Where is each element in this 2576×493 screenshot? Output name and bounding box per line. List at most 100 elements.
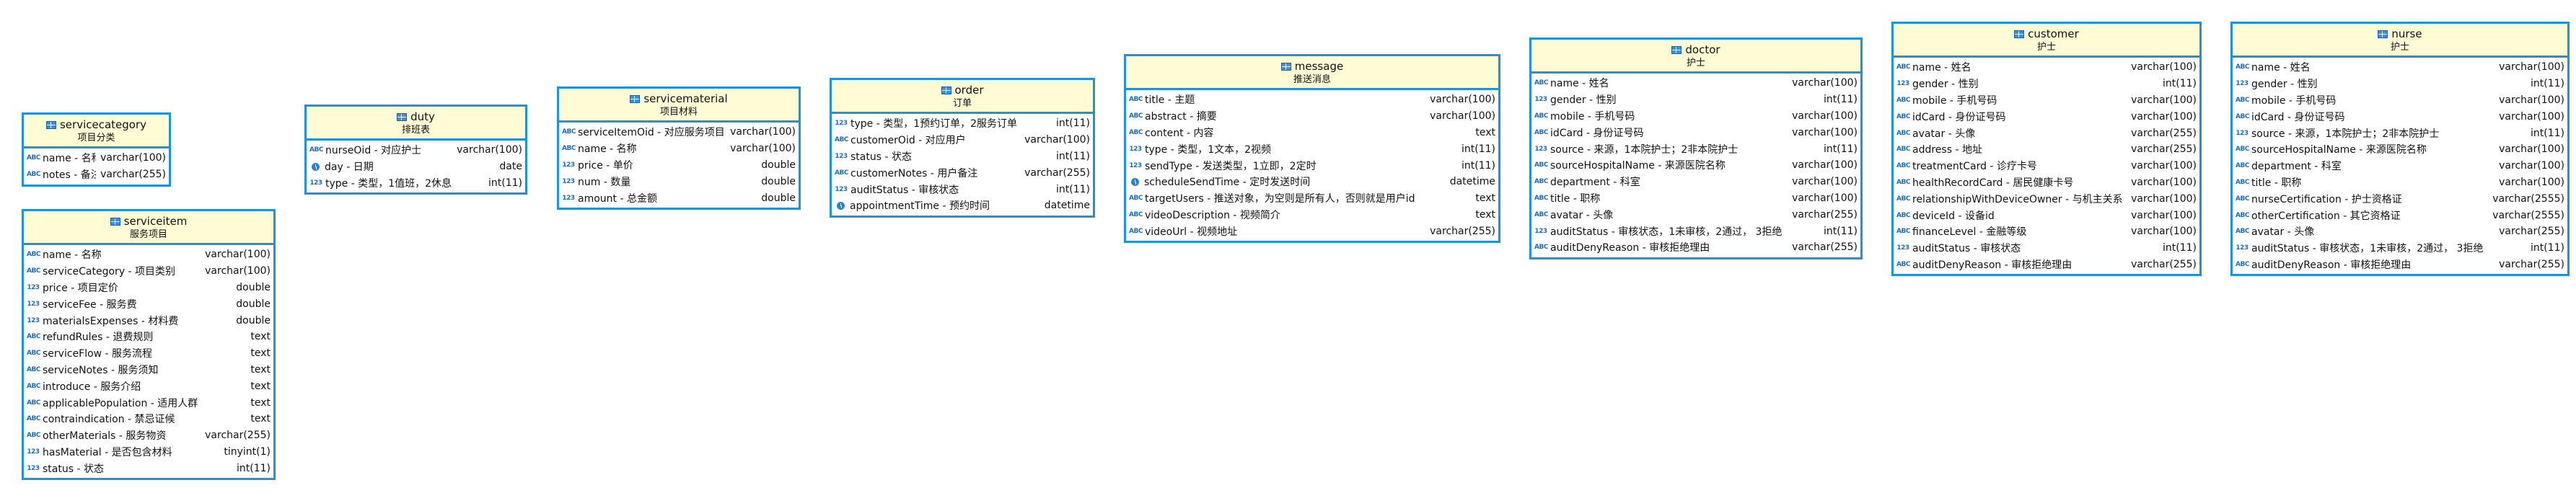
column-row[interactable]: ABC serviceCategory - 项目类别 varchar(100) [24, 263, 273, 280]
column-row[interactable]: ABC mobile - 手机号码 varchar(100) [1531, 108, 1860, 125]
column-row[interactable]: ABC otherMaterials - 服务物资 varchar(255) [24, 427, 273, 444]
column-row[interactable]: ABC otherCertification - 其它资格证 varchar(255… [2233, 207, 2567, 223]
text-column-icon: ABC [1896, 260, 1910, 268]
column-row[interactable]: ABC avatar - 头像 varchar(255) [2233, 223, 2567, 240]
column-row[interactable]: ABC auditDenyReason - 审核拒绝理由 varchar(255) [1531, 239, 1860, 256]
column-row[interactable]: ABC idCard - 身份证号码 varchar(100) [2233, 108, 2567, 125]
column-row[interactable]: 123 amount - 总金额 double [559, 190, 799, 206]
column-row[interactable]: ABC applicablePopulation - 适用人群 text [24, 394, 273, 411]
column-row[interactable]: 123 serviceFee - 服务费 double [24, 296, 273, 312]
entity-message[interactable]: message 推送消息 ABC title - 主题 varchar(100) ABC a… [1124, 54, 1500, 244]
column-row[interactable]: appointmentTime - 预约时间 datetime [832, 197, 1093, 214]
column-row[interactable]: ABC nurseCertification - 护士资格证 varchar(255… [2233, 190, 2567, 207]
column-row[interactable]: 123 num - 数量 double [559, 173, 799, 190]
column-row[interactable]: 123 type - 类型，1文本，2视频 int(11) [1126, 141, 1498, 157]
column-row[interactable]: 123 type - 类型，1值班，2休息 int(11) [307, 175, 525, 192]
column-row[interactable]: ABC title - 职称 varchar(100) [1531, 190, 1860, 207]
entity-customer[interactable]: customer 护士 ABC name - 姓名 varchar(100) 123 gen… [1891, 22, 2202, 277]
column-row[interactable]: 123 price - 单价 double [559, 157, 799, 174]
column-row[interactable]: 123 auditStatus - 审核状态，1未审核，2通过， 3拒绝 int(1… [1531, 223, 1860, 239]
column-row[interactable]: ABC deviceId - 设备id varchar(100) [1894, 207, 2199, 223]
column-row[interactable]: ABC mobile - 手机号码 varchar(100) [1894, 92, 2199, 109]
column-row[interactable]: ABC content - 内容 text [1126, 125, 1498, 141]
entity-header: message 推送消息 [1126, 56, 1498, 90]
column-row[interactable]: ABC customerNotes - 用户备注 varchar(255) [832, 164, 1093, 181]
column-row[interactable]: ABC name - 名称 varchar(100) [24, 246, 273, 263]
numeric-column-icon: 123 [27, 464, 40, 472]
column-row[interactable]: ABC name - 姓名 varchar(100) [1894, 59, 2199, 76]
column-row[interactable]: ABC mobile - 手机号码 varchar(100) [2233, 92, 2567, 109]
column-row[interactable]: ABC serviceItemOid - 对应服务项目 varchar(100) [559, 124, 799, 141]
column-row[interactable]: ABC contraindication - 禁忌证候 text [24, 411, 273, 427]
column-row[interactable]: ABC abstract - 摘要 varchar(100) [1126, 108, 1498, 125]
column-row[interactable]: ABC nurseOid - 对应护士 varchar(100) [307, 142, 525, 159]
column-type: varchar(255) [2499, 258, 2564, 270]
column-row[interactable]: ABC name - 名称 varchar(100) [24, 150, 169, 166]
column-row[interactable]: 123 auditStatus - 审核状态 int(11) [1894, 240, 2199, 257]
entity-nurse[interactable]: nurse 护士 ABC name - 姓名 varchar(100) 123 gender… [2230, 22, 2570, 277]
column-row[interactable]: ABC department - 科室 varchar(100) [1531, 174, 1860, 190]
column-row[interactable]: ABC name - 名称 varchar(100) [559, 141, 799, 157]
entity-servicecategory[interactable]: servicecategory 项目分类 ABC name - 名称 varchar(1… [22, 112, 171, 187]
column-row[interactable]: 123 auditStatus - 审核状态，1未审核，2通过， 3拒绝 int(1… [2233, 240, 2567, 257]
column-type: varchar(255) [2131, 143, 2197, 156]
entity-serviceitem[interactable]: serviceitem 服务项目 ABC name - 名称 varchar(100) A… [22, 209, 276, 481]
column-row[interactable]: ABC targetUsers - 推送对象，为空则是所有人，否则就是用户id te… [1126, 190, 1498, 207]
column-row[interactable]: ABC videoUrl - 视频地址 varchar(255) [1126, 223, 1498, 239]
column-row[interactable]: ABC name - 姓名 varchar(100) [2233, 59, 2567, 76]
column-row[interactable]: ABC title - 主题 varchar(100) [1126, 92, 1498, 108]
column-row[interactable]: ABC auditDenyReason - 审核拒绝理由 varchar(255) [2233, 257, 2567, 273]
column-row[interactable]: ABC serviceFlow - 服务流程 text [24, 345, 273, 362]
column-row[interactable]: 123 type - 类型，1预约订单，2服务订单 int(11) [832, 115, 1093, 132]
column-type: double [236, 314, 271, 327]
column-type: int(11) [1824, 143, 1858, 155]
column-row[interactable]: 123 source - 来源，1本院护士；2非本院护士 int(11) [2233, 125, 2567, 141]
column-type: int(11) [2163, 78, 2197, 90]
column-row[interactable]: 123 materialsExpenses - 材料费 double [24, 312, 273, 329]
column-row[interactable]: ABC sourceHospitalName - 来源医院名称 varchar(10… [2233, 141, 2567, 158]
column-row[interactable]: ABC title - 职称 varchar(100) [2233, 174, 2567, 191]
column-row[interactable]: ABC name - 姓名 varchar(100) [1531, 75, 1860, 92]
column-row[interactable]: day - 日期 date [307, 159, 525, 175]
column-row[interactable]: ABC serviceNotes - 服务须知 text [24, 362, 273, 378]
column-row[interactable]: 123 sendType - 发送类型，1立即，2定时 int(11) [1126, 157, 1498, 174]
column-row[interactable]: ABC notes - 备注 varchar(255) [24, 166, 169, 183]
column-row[interactable]: ABC avatar - 头像 varchar(255) [1894, 125, 2199, 141]
column-type: varchar(100) [100, 152, 166, 164]
column-row[interactable]: ABC idCard - 身份证号码 varchar(100) [1531, 124, 1860, 141]
column-name: title - 主题 [1145, 94, 1195, 107]
text-column-icon: ABC [1896, 178, 1910, 186]
column-row[interactable]: ABC financeLevel - 金融等级 varchar(100) [1894, 223, 2199, 240]
column-row[interactable]: ABC introduce - 服务介绍 text [24, 378, 273, 394]
column-row[interactable]: 123 gender - 性别 int(11) [1531, 92, 1860, 108]
column-row[interactable]: 123 hasMaterial - 是否包含材料 tinyint(1) [24, 444, 273, 461]
column-row[interactable]: 123 status - 状态 int(11) [832, 148, 1093, 165]
column-row[interactable]: ABC videoDescription - 视频简介 text [1126, 207, 1498, 223]
column-row[interactable]: ABC idCard - 身份证号码 varchar(100) [1894, 108, 2199, 125]
entity-order[interactable]: order 订单 123 type - 类型，1预约订单，2服务订单 int(11) AB… [830, 78, 1095, 218]
column-row[interactable]: 123 auditStatus - 审核状态 int(11) [832, 181, 1093, 197]
column-row[interactable]: ABC avatar - 头像 varchar(255) [1531, 206, 1860, 223]
column-row[interactable]: ABC relationshipWithDeviceOwner - 与机主关系 va… [1894, 190, 2199, 207]
column-row[interactable]: scheduleSendTime - 定时发送时间 datetime [1126, 174, 1498, 190]
column-row[interactable]: 123 status - 状态 int(11) [24, 460, 273, 476]
text-column-icon: ABC [835, 169, 848, 177]
column-row[interactable]: ABC treatmentCard - 诊疗卡号 varchar(100) [1894, 158, 2199, 174]
column-row[interactable]: ABC sourceHospitalName - 来源医院名称 varchar(10… [1531, 157, 1860, 174]
column-type: varchar(100) [205, 249, 271, 261]
column-row[interactable]: ABC auditDenyReason - 审核拒绝理由 varchar(255) [1894, 257, 2199, 273]
column-row[interactable]: ABC healthRecordCard - 居民健康卡号 varchar(100) [1894, 174, 2199, 191]
column-row[interactable]: 123 price - 项目定价 double [24, 280, 273, 296]
column-row[interactable]: 123 gender - 性别 int(11) [2233, 76, 2567, 92]
column-row[interactable]: 123 gender - 性别 int(11) [1894, 76, 2199, 92]
entity-duty[interactable]: duty 排班表 ABC nurseOid - 对应护士 varchar(100) day… [304, 105, 527, 195]
column-row[interactable]: ABC customerOid - 对应用户 varchar(100) [832, 132, 1093, 148]
column-row[interactable]: ABC address - 地址 varchar(255) [1894, 141, 2199, 158]
column-row[interactable]: 123 source - 来源，1本院护士；2非本院护士 int(11) [1531, 141, 1860, 157]
datetime-column-icon [837, 201, 845, 210]
column-row[interactable]: ABC refundRules - 退费规则 text [24, 329, 273, 345]
column-row[interactable]: ABC department - 科室 varchar(100) [2233, 158, 2567, 174]
entity-servicematerial[interactable]: servicematerial 项目材料 ABC serviceItemOid - 对… [557, 86, 801, 210]
numeric-column-icon: 123 [1534, 227, 1547, 235]
entity-doctor[interactable]: doctor 护士 ABC name - 姓名 varchar(100) 123 gende… [1529, 37, 1863, 259]
